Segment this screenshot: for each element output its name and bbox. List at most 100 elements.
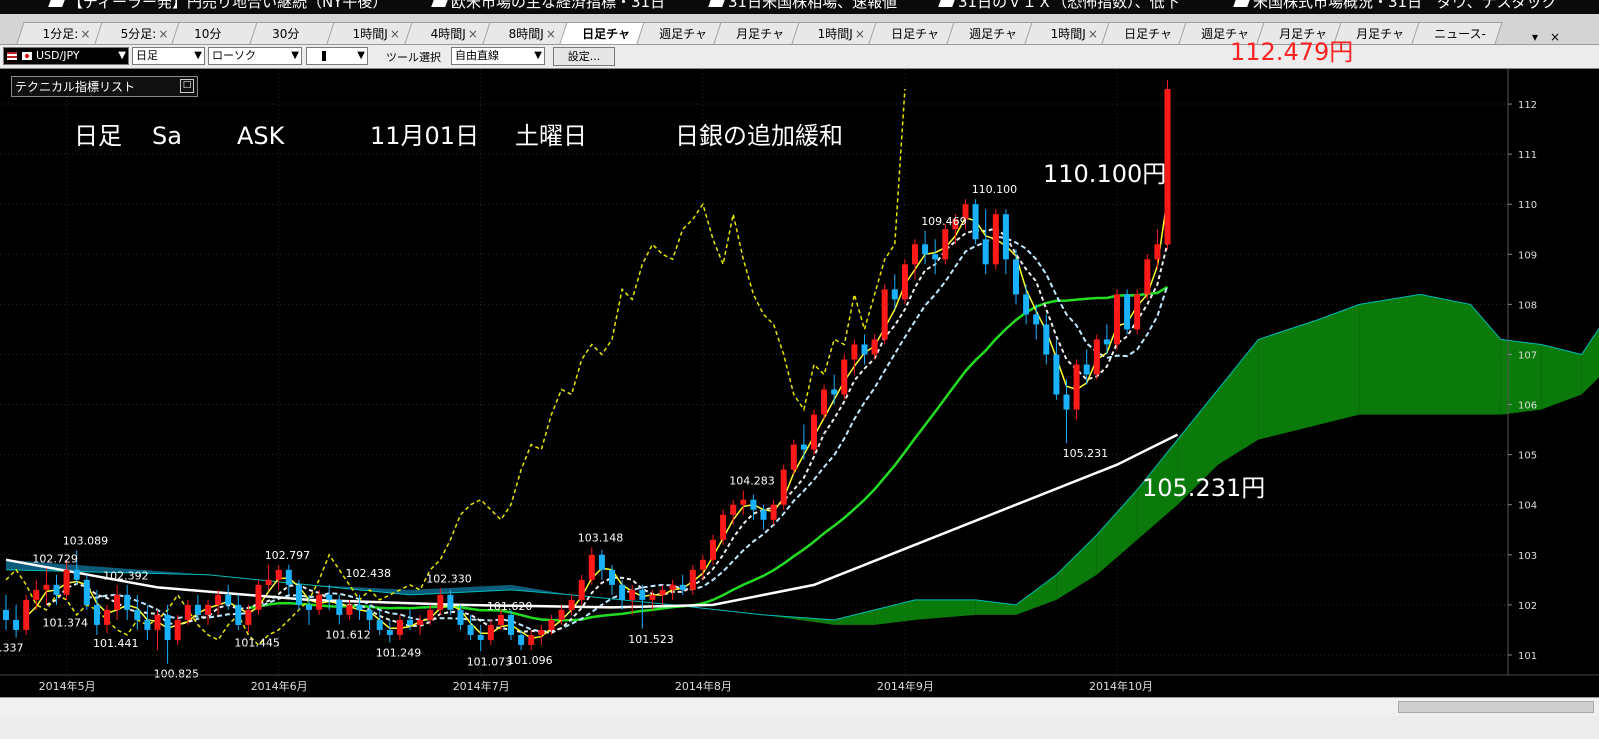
- price-label: 1.337: [0, 641, 24, 654]
- candle: [922, 230, 929, 265]
- candle-body: [33, 589, 40, 600]
- candle: [1063, 379, 1070, 444]
- candle-body: [811, 414, 817, 450]
- x-tick-label: 2014年9月: [877, 679, 934, 693]
- candle-body: [881, 289, 888, 340]
- candle-body: [619, 584, 626, 600]
- ichimoku-cloud-segment: [1218, 339, 1259, 465]
- news-item[interactable]: 31日のＶＩＸ（恐怖指数）、低下: [938, 0, 1180, 10]
- candle-body: [558, 609, 565, 620]
- news-item[interactable]: 31日米国株相場、速報値: [708, 0, 897, 10]
- chart-tab[interactable]: 1時間J ×: [1024, 22, 1112, 44]
- tab-close-icon[interactable]: ×: [158, 27, 168, 41]
- candle-body: [467, 624, 474, 635]
- symbol-select[interactable]: USD/JPY ▼: [3, 47, 129, 65]
- candle-body: [629, 589, 636, 600]
- chart-tab[interactable]: 週足チャ×: [946, 22, 1034, 63]
- chart-tab[interactable]: 日足チャ×: [868, 22, 956, 63]
- chart-tab[interactable]: 日足チャ×: [559, 22, 647, 63]
- date-label: 11月01日: [370, 122, 479, 150]
- candle-body: [932, 254, 939, 260]
- candle-style-select[interactable]: ▼: [306, 47, 368, 65]
- tab-close-icon[interactable]: ×: [390, 27, 400, 41]
- tab-close-icon[interactable]: ×: [546, 27, 556, 41]
- candle: [13, 604, 20, 638]
- candle-body: [780, 469, 787, 505]
- chart-tab[interactable]: 1時間J ×: [791, 22, 879, 44]
- tab-label: 8時間J: [508, 27, 544, 41]
- chart-tab[interactable]: 4時間J ×: [404, 22, 492, 44]
- candle-body: [1043, 324, 1050, 355]
- candle-body: [1053, 354, 1060, 395]
- chevron-down-icon: ▼: [291, 50, 299, 61]
- news-icon: [708, 0, 726, 7]
- news-item[interactable]: 欧米市場の主な経済指標・31日: [431, 0, 665, 10]
- jp-flag-icon: [21, 52, 32, 60]
- chart-tab[interactable]: 30分足:×: [249, 22, 337, 63]
- ichimoku-cloud-segment: [511, 584, 572, 595]
- timeframe-select[interactable]: 日足 ▼: [132, 47, 205, 65]
- candle-body: [134, 609, 141, 620]
- candle: [1033, 304, 1040, 340]
- y-tick-label: 108: [1518, 300, 1537, 311]
- price-type-label: ASK: [237, 122, 286, 150]
- high-annotation: 110.100円: [1043, 160, 1166, 188]
- price-label: 103.089: [63, 534, 108, 547]
- collapse-icon[interactable]: □: [180, 79, 194, 93]
- candle-body: [285, 569, 292, 585]
- technical-indicator-list[interactable]: テクニカル指標リスト □: [11, 76, 198, 97]
- drawing-tool-select[interactable]: 自由直線 ▼: [451, 47, 545, 65]
- close-all-tabs-button[interactable]: ×: [1550, 30, 1560, 44]
- tab-close-icon[interactable]: ×: [80, 27, 90, 41]
- chart-tab[interactable]: 10分足:×: [171, 22, 259, 63]
- chart-tab[interactable]: 週足チャ×: [636, 22, 724, 63]
- chart-area[interactable]: 103.089 102.729 101.374 101.441 102.392 100.8…: [0, 38, 1599, 697]
- chart-tab[interactable]: 日足チャ×: [1101, 22, 1189, 63]
- chart-tab[interactable]: ニュース-×: [1411, 22, 1503, 63]
- news-item[interactable]: 【ディーラー発】円売り地合い継続（NY午後）: [48, 0, 387, 10]
- candle-body: [1103, 339, 1110, 345]
- tab-close-icon[interactable]: ×: [468, 27, 478, 41]
- candle-body: [275, 569, 282, 580]
- tab-label: 1分足:: [42, 27, 79, 41]
- candle-body: [730, 504, 737, 515]
- candle-body: [790, 444, 797, 470]
- tab-list-dropdown[interactable]: ▾: [1532, 30, 1538, 44]
- y-tick-label: 107: [1518, 350, 1537, 361]
- candle: [235, 594, 242, 630]
- candle: [104, 604, 110, 633]
- candle-body: [447, 594, 454, 610]
- candle-body: [659, 589, 666, 595]
- candle-body: [821, 389, 828, 415]
- settings-button[interactable]: 設定...: [553, 47, 615, 66]
- ichimoku-cloud-segment: [915, 599, 976, 620]
- candle-body: [578, 579, 585, 600]
- tab-label: 日足チャ: [582, 27, 630, 41]
- candle-body: [851, 344, 858, 360]
- horizontal-scrollbar[interactable]: [0, 697, 1599, 716]
- scrollbar-thumb[interactable]: [1398, 701, 1594, 713]
- chart-tab[interactable]: 1時間J ×: [326, 22, 414, 44]
- chart-type-select[interactable]: ローソク ▼: [208, 47, 302, 65]
- chart-tab[interactable]: 5分足: ×: [94, 22, 182, 44]
- candle: [144, 604, 151, 640]
- price-label: 101.523: [628, 633, 674, 646]
- tab-close-icon[interactable]: ×: [1088, 27, 1098, 41]
- candle-body: [13, 619, 20, 630]
- candle-body: [477, 634, 484, 640]
- chart-tab[interactable]: 1分足: ×: [16, 22, 104, 44]
- candle: [669, 579, 676, 600]
- ichimoku-cloud-segment: [1056, 534, 1097, 600]
- chart-tab[interactable]: 月足チャ×: [713, 22, 801, 63]
- news-item[interactable]: 米国株式市場概況・31日 ダウ、ナスダック: [1233, 0, 1557, 10]
- candle: [1073, 359, 1080, 420]
- candle-body: [922, 244, 929, 255]
- chart-tab[interactable]: 8時間J ×: [482, 22, 570, 44]
- candle: [901, 259, 908, 305]
- tab-close-icon[interactable]: ×: [855, 27, 865, 41]
- price-label: 101.374: [43, 616, 89, 629]
- weekday-label: 土曜日: [515, 122, 587, 150]
- candle-body: [1124, 294, 1131, 330]
- price-chart[interactable]: 103.089 102.729 101.374 101.441 102.392 100.8…: [0, 38, 1599, 697]
- candle: [124, 584, 131, 620]
